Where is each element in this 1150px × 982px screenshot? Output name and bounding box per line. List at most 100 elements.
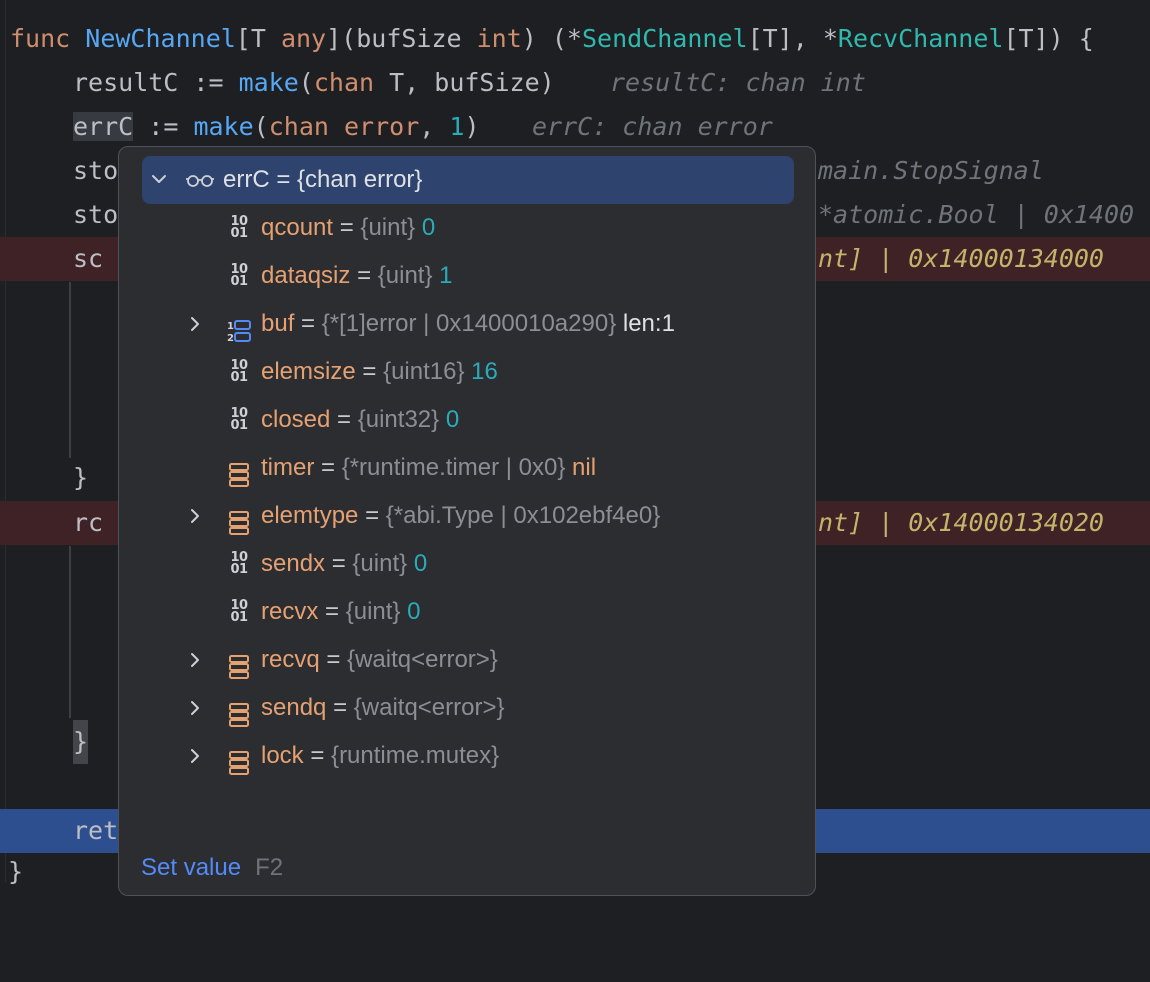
field-name: recvx (261, 598, 319, 625)
equals-sign: = (365, 502, 380, 529)
equals-sign: = (362, 358, 377, 385)
field-label: recvx = {uint} 0 (261, 588, 420, 636)
field-type: {uint} (377, 262, 433, 289)
code-token: [T]) { (1003, 24, 1094, 53)
chevron-right-icon[interactable] (185, 300, 205, 348)
keyword-func: func (10, 24, 71, 53)
equals-sign: = (357, 262, 372, 289)
variable-root-row[interactable]: errC = {chan error} (119, 156, 815, 204)
root-variable-label: errC = {chan error} (223, 166, 423, 193)
function-name[interactable]: NewChannel (85, 24, 236, 53)
field-name: sendx (261, 550, 326, 577)
equals-sign: = (339, 214, 354, 241)
equals-sign: = (310, 742, 325, 769)
field-row-elemtype[interactable]: elemtype = {*abi.Type | 0x102ebf4e0} (119, 492, 815, 540)
binary-icon: 10 01 (227, 599, 251, 625)
field-label: sendx = {uint} 0 (261, 540, 427, 588)
code-token: resultC := (73, 68, 239, 97)
field-value: 16 (471, 358, 498, 385)
code-token: sc (73, 244, 104, 273)
indent-guide (69, 546, 71, 718)
field-type: {*runtime.timer | 0x0} (341, 454, 566, 481)
code-token: ( (298, 68, 314, 97)
field-label: dataqsiz = {uint} 1 (261, 252, 453, 300)
field-value: 0 (407, 598, 421, 625)
code-token: ( (253, 112, 269, 141)
chevron-right-icon[interactable] (185, 636, 205, 684)
field-name: lock (261, 742, 304, 769)
code-line-3[interactable]: errC := make(chan error, 1) errC: chan e… (0, 105, 1150, 149)
field-value: 0 (421, 214, 436, 241)
field-label: lock = {runtime.mutex} (261, 732, 499, 780)
popup-footer: Set value F2 (141, 851, 283, 885)
field-row-dataqsiz[interactable]: 10 01 dataqsiz = {uint} 1 (119, 252, 815, 300)
field-name: dataqsiz (261, 262, 351, 289)
equals-sign: = (331, 550, 346, 577)
type-send-channel[interactable]: SendChannel (582, 24, 748, 53)
equals-sign: = (321, 454, 336, 481)
chevron-down-icon[interactable] (149, 156, 169, 204)
code-token: T, bufSize) (374, 68, 555, 97)
field-name: timer (261, 454, 315, 481)
type-recv-channel[interactable]: RecvChannel (838, 24, 1004, 53)
code-token: ret (73, 816, 119, 845)
field-name: qcount (261, 214, 334, 241)
inline-value-hint: nt] | 0x14000134000 (818, 244, 1104, 273)
code-token: ](bufSize (326, 24, 477, 53)
struct-icon (227, 648, 251, 679)
field-row-recvx[interactable]: 10 01 recvx = {uint} 0 (119, 588, 815, 636)
equals-sign: = (333, 694, 348, 721)
chevron-right-icon[interactable] (185, 684, 205, 732)
keyword-any: any (280, 24, 327, 53)
keyword-error: error (344, 112, 420, 141)
svg-text:2: 2 (227, 333, 234, 343)
code-token: , (419, 112, 450, 141)
field-name: recvq (261, 646, 320, 673)
field-type: {waitq<error>} (353, 694, 505, 721)
field-row-buf[interactable]: 1 2 buf = {*[1]error | 0x1400010a290} len:… (119, 300, 815, 348)
field-type: {*abi.Type | 0x102ebf4e0} (385, 502, 661, 529)
field-row-recvq[interactable]: recvq = {waitq<error>} (119, 636, 815, 684)
field-row-qcount[interactable]: 10 01 qcount = {uint} 0 (119, 204, 815, 252)
field-row-lock[interactable]: lock = {runtime.mutex} (119, 732, 815, 780)
inline-value-hint: main.StopSignal (818, 156, 1044, 185)
code-token: [T (235, 24, 281, 53)
field-row-elemsize[interactable]: 10 01 elemsize = {uint16} 16 (119, 348, 815, 396)
binary-bottom-digits: 01 (230, 226, 248, 241)
code-token: ) (* (521, 24, 582, 53)
field-row-closed[interactable]: 10 01 closed = {uint32} 0 (119, 396, 815, 444)
inline-value-hint: resultC: chan int (610, 68, 866, 97)
field-type: {uint16} (383, 358, 465, 385)
field-label: qcount = {uint} 0 (261, 204, 435, 252)
chevron-right-icon[interactable] (185, 492, 205, 540)
debug-value-popup[interactable]: errC = {chan error} 10 01 qcount = {uint} … (118, 146, 816, 896)
set-value-link[interactable]: Set value (141, 854, 241, 881)
field-label: recvq = {waitq<error>} (261, 636, 498, 684)
keyword-chan: chan (268, 112, 329, 141)
array-icon: 12 (227, 312, 251, 344)
closing-brace: } (73, 463, 89, 492)
field-row-sendx[interactable]: 10 01 sendx = {uint} 0 (119, 540, 815, 588)
binary-bottom-digits: 01 (230, 610, 248, 625)
keyword-int: int (476, 24, 522, 53)
chevron-right-icon[interactable] (185, 732, 205, 780)
field-value: nil (572, 454, 597, 481)
struct-icon (227, 456, 251, 487)
keyword-chan: chan (313, 68, 375, 97)
field-type: {uint} (360, 214, 416, 241)
code-line-1[interactable]: func NewChannel[T any](bufSize int) (*Se… (0, 17, 1150, 61)
closing-brace-highlighted: } (73, 720, 89, 764)
field-row-sendq[interactable]: sendq = {waitq<error>} (119, 684, 815, 732)
field-name: buf (261, 310, 295, 337)
field-label: elemtype = {*abi.Type | 0x102ebf4e0} (261, 492, 660, 540)
field-type: {runtime.mutex} (331, 742, 500, 769)
hovered-variable[interactable]: errC (73, 112, 134, 141)
watch-glasses-icon (186, 175, 214, 187)
field-row-timer[interactable]: timer = {*runtime.timer | 0x0} nil (119, 444, 815, 492)
field-type: {uint32} (357, 406, 440, 433)
binary-icon: 10 01 (227, 407, 251, 432)
inline-value-hint: *atomic.Bool | 0x1400 (818, 200, 1135, 229)
code-line-2[interactable]: resultC := make(chan T, bufSize) resultC… (0, 61, 1150, 105)
field-type: {*[1]error | 0x1400010a290} (321, 310, 617, 337)
